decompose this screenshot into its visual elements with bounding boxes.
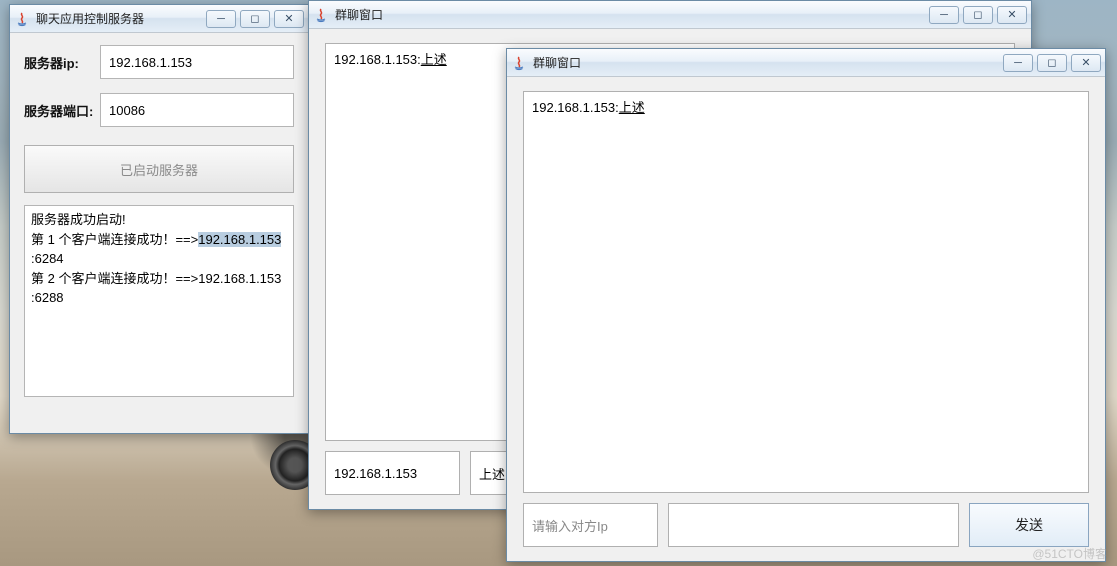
window-buttons: ─ ◻ ✕ (206, 10, 304, 28)
port-row: 服务器端口: (24, 93, 294, 127)
server-control-window: 聊天应用控制服务器 ─ ◻ ✕ 服务器ip: 服务器端口: 已启动服务器 服务器… (9, 4, 309, 434)
log-line: 服务器成功启动! (31, 210, 287, 230)
ip-row: 服务器ip: (24, 45, 294, 79)
log-line: 第 2 个客户端连接成功！==>192.168.1.153 :6288 (31, 269, 287, 308)
chat2-body: 192.168.1.153:上述 请输入对方Ip 发送 (507, 77, 1105, 561)
maximize-button[interactable]: ◻ (1037, 54, 1067, 72)
port-label: 服务器端口: (24, 101, 100, 120)
ip-label: 服务器ip: (24, 53, 100, 72)
java-icon (14, 11, 30, 27)
close-button[interactable]: ✕ (1071, 54, 1101, 72)
window-buttons: ─ ◻ ✕ (929, 6, 1027, 24)
message-text: 上述 (421, 52, 447, 67)
chat1-title: 群聊窗口 (335, 6, 929, 23)
message-text: 上述 (619, 100, 645, 115)
chat1-titlebar[interactable]: 群聊窗口 ─ ◻ ✕ (309, 1, 1031, 29)
server-log-area[interactable]: 服务器成功启动! 第 1 个客户端连接成功！==>192.168.1.153 :… (24, 205, 294, 397)
chat2-titlebar[interactable]: 群聊窗口 ─ ◻ ✕ (507, 49, 1105, 77)
server-body: 服务器ip: 服务器端口: 已启动服务器 服务器成功启动! 第 1 个客户端连接… (10, 33, 308, 409)
server-title: 聊天应用控制服务器 (36, 10, 206, 27)
chat-window-2: 群聊窗口 ─ ◻ ✕ 192.168.1.153:上述 请输入对方Ip 发送 (506, 48, 1106, 562)
server-ip-input[interactable] (100, 45, 294, 79)
send-button[interactable]: 发送 (969, 503, 1089, 547)
chat2-title: 群聊窗口 (533, 54, 1003, 71)
message-ip: 192.168.1.153: (334, 52, 421, 67)
message-input[interactable] (668, 503, 959, 547)
close-button[interactable]: ✕ (997, 6, 1027, 24)
maximize-button[interactable]: ◻ (240, 10, 270, 28)
minimize-button[interactable]: ─ (206, 10, 236, 28)
close-button[interactable]: ✕ (274, 10, 304, 28)
message-ip: 192.168.1.153: (532, 100, 619, 115)
log-line: 第 1 个客户端连接成功！==>192.168.1.153 :6284 (31, 230, 287, 269)
java-icon (511, 55, 527, 71)
log-highlight: 192.168.1.153 (198, 232, 281, 247)
target-ip-input[interactable]: 请输入对方Ip (523, 503, 658, 547)
chat2-input-row: 请输入对方Ip 发送 (523, 503, 1089, 547)
chat2-messages[interactable]: 192.168.1.153:上述 (523, 91, 1089, 493)
maximize-button[interactable]: ◻ (963, 6, 993, 24)
server-port-input[interactable] (100, 93, 294, 127)
server-titlebar[interactable]: 聊天应用控制服务器 ─ ◻ ✕ (10, 5, 308, 33)
watermark: @51CTO博客 (1032, 545, 1107, 562)
minimize-button[interactable]: ─ (1003, 54, 1033, 72)
java-icon (313, 7, 329, 23)
minimize-button[interactable]: ─ (929, 6, 959, 24)
start-server-button: 已启动服务器 (24, 145, 294, 193)
target-ip-input[interactable]: 192.168.1.153 (325, 451, 460, 495)
window-buttons: ─ ◻ ✕ (1003, 54, 1101, 72)
